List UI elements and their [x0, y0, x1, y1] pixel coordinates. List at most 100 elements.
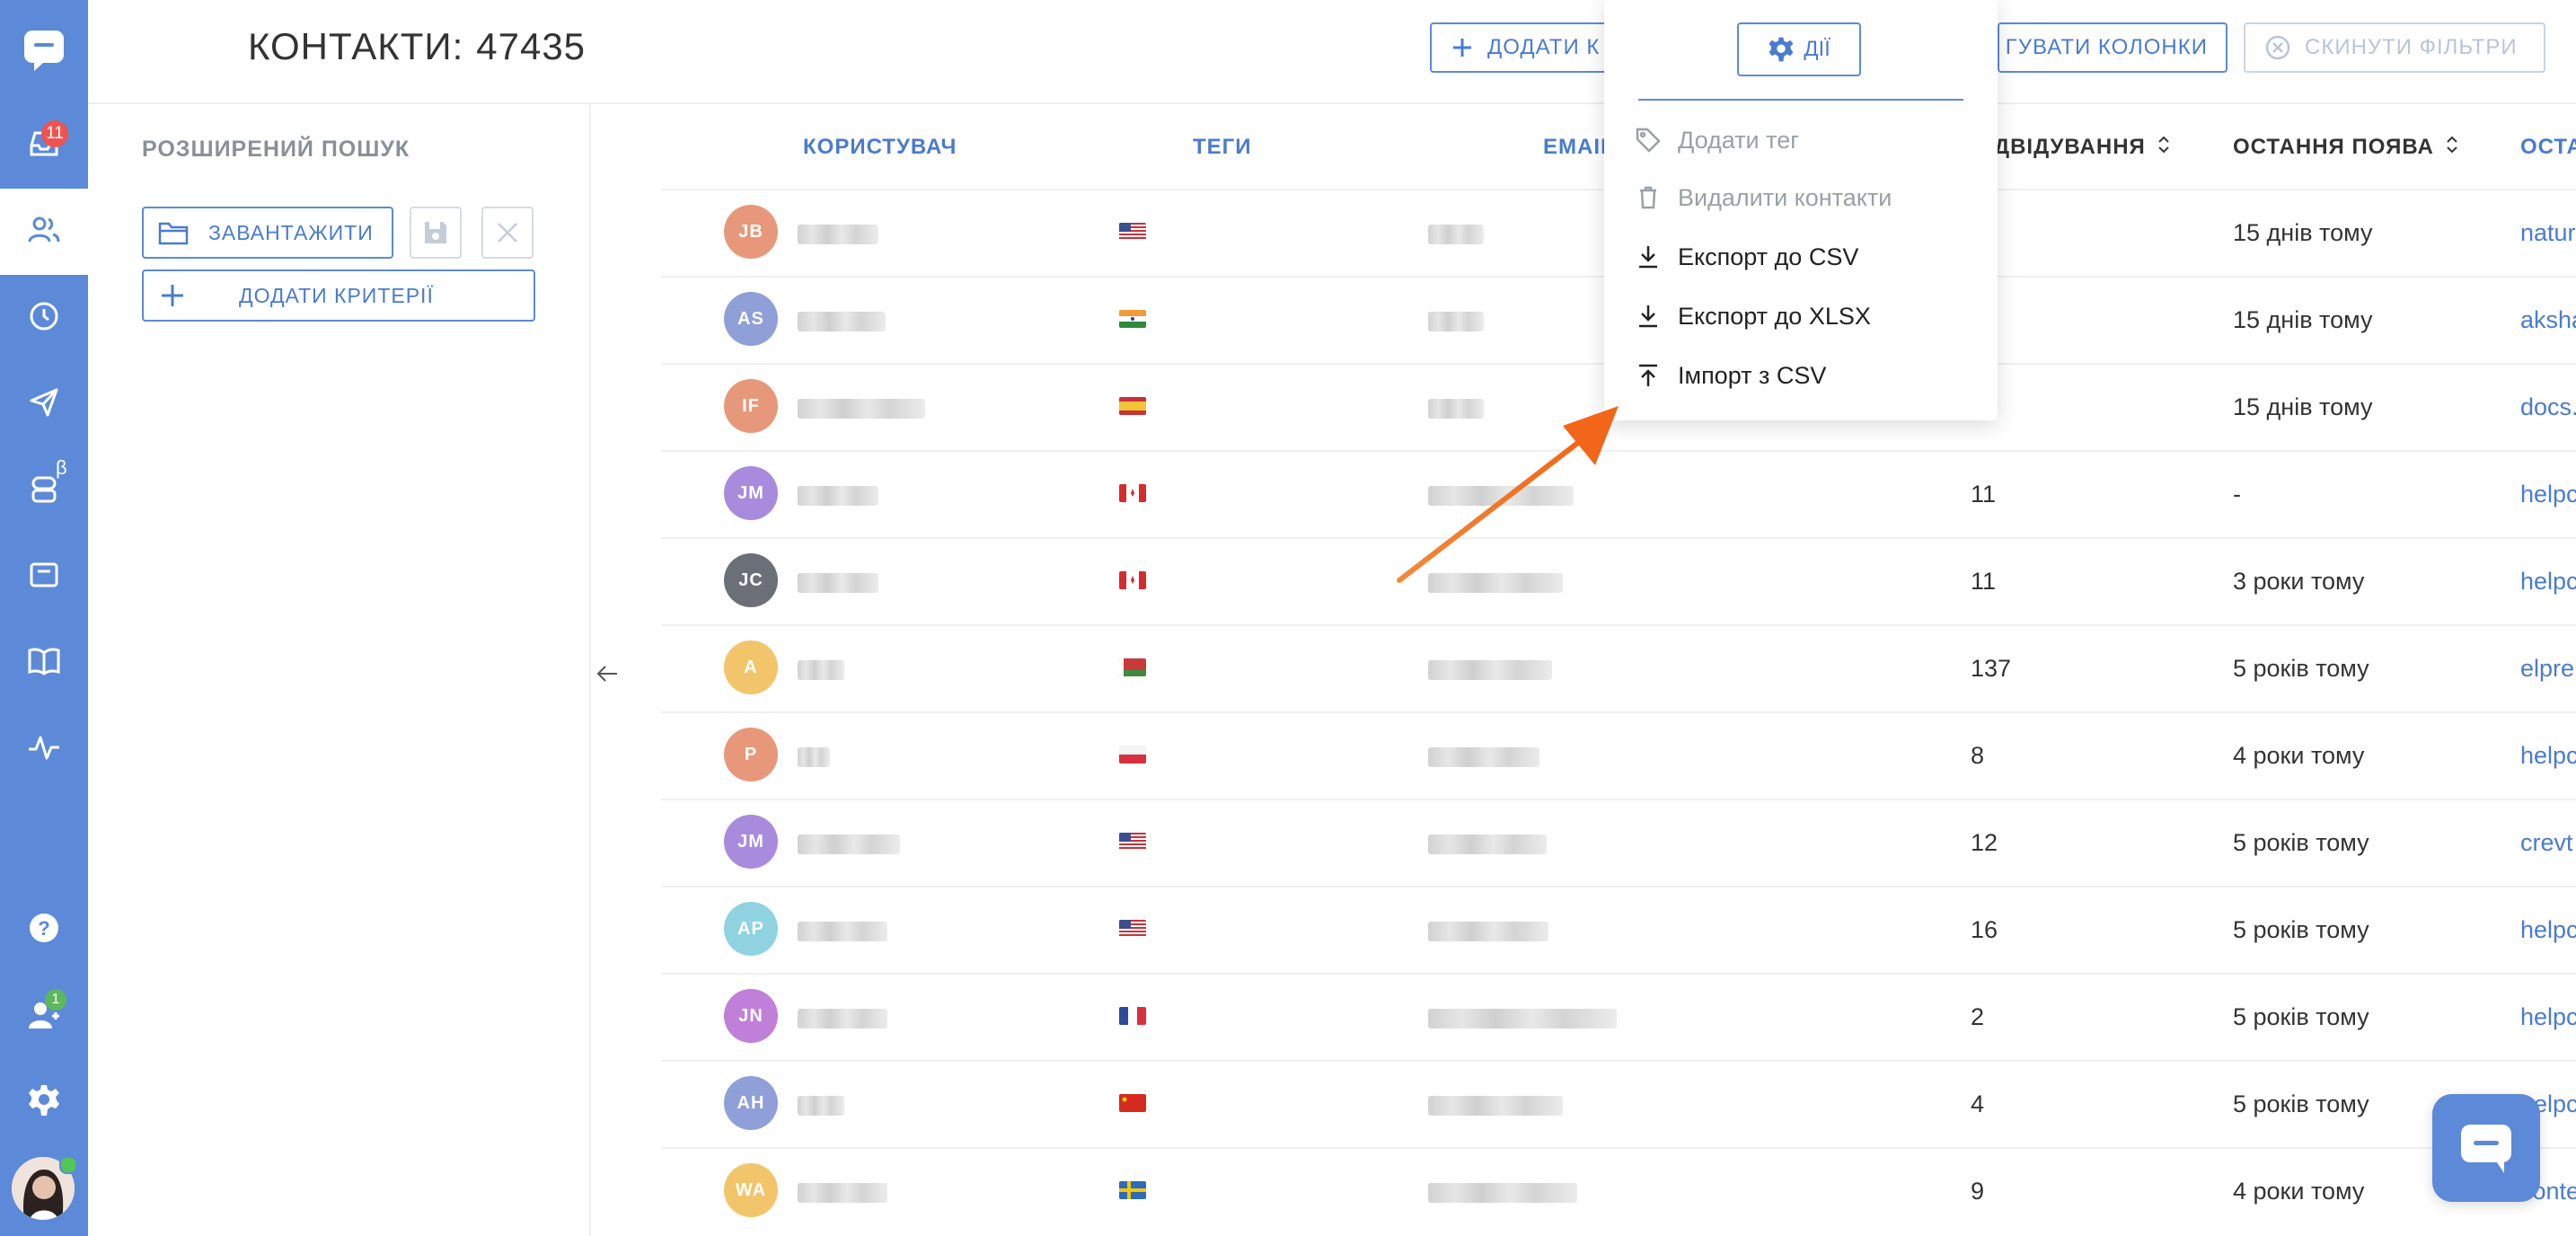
- country-flag-icon: [1119, 1094, 1146, 1112]
- trash-icon: [1635, 184, 1662, 211]
- country-flag-icon: [1119, 571, 1146, 589]
- close-icon: [496, 221, 519, 244]
- contact-email-redacted[interactable]: [1428, 922, 1548, 941]
- last-page-link[interactable]: helpc: [2520, 1003, 2576, 1031]
- last-seen-cell: 4 роки тому: [2233, 1178, 2365, 1205]
- contact-email-redacted[interactable]: [1428, 747, 1539, 767]
- contact-name-redacted[interactable]: [798, 660, 844, 680]
- last-seen-cell: 5 років тому: [2233, 829, 2369, 856]
- visits-cell: 11: [1971, 481, 1997, 508]
- contact-name-redacted[interactable]: [798, 1183, 887, 1203]
- contact-email-redacted[interactable]: [1428, 1183, 1577, 1203]
- nav-analytics[interactable]: [0, 706, 88, 792]
- plus-icon: [1451, 37, 1473, 58]
- last-page-link[interactable]: helpc: [2520, 568, 2576, 596]
- last-seen-cell: -: [2233, 481, 2241, 508]
- menu-item-import-csv[interactable]: Імпорт з CSV: [1635, 358, 1826, 393]
- close-circle-icon: [2265, 35, 2290, 60]
- collapse-panel-button[interactable]: [595, 661, 620, 686]
- visits-cell: 4: [1971, 1090, 1985, 1117]
- column-header-last-seen[interactable]: ОСТАННЯ ПОЯВА: [2233, 135, 2458, 161]
- last-seen-cell: 5 років тому: [2233, 655, 2369, 682]
- contact-name-redacted[interactable]: [798, 747, 830, 767]
- contact-email-redacted[interactable]: [1428, 225, 1484, 244]
- table-row[interactable]: JN 2 5 років тому helpc: [661, 973, 2576, 1061]
- table-row[interactable]: AP 16 5 років тому helpc: [661, 886, 2576, 974]
- last-seen-cell: 3 роки тому: [2233, 568, 2365, 595]
- add-criteria-button[interactable]: ДОДАТИ КРИТЕРІЇ: [142, 269, 535, 322]
- column-header-user[interactable]: КОРИСТУВАЧ: [803, 135, 957, 160]
- table-row[interactable]: JM 12 5 років тому crevt: [661, 799, 2576, 887]
- nav-contacts[interactable]: [0, 189, 88, 275]
- contact-name-redacted[interactable]: [798, 312, 886, 331]
- contact-email-redacted[interactable]: [1428, 834, 1547, 854]
- contact-name-redacted[interactable]: [798, 399, 925, 419]
- visits-cell: 9: [1971, 1178, 1985, 1205]
- contact-email-redacted[interactable]: [1428, 660, 1552, 680]
- nav-team[interactable]: 1: [0, 973, 88, 1059]
- svg-text:?: ?: [38, 917, 49, 940]
- contact-name-redacted[interactable]: [798, 1009, 887, 1029]
- menu-item-label: Імпорт з CSV: [1678, 361, 1827, 389]
- contact-name-redacted[interactable]: [798, 834, 900, 854]
- contact-email-redacted[interactable]: [1428, 1009, 1617, 1029]
- nav-campaigns[interactable]: [0, 361, 88, 447]
- contact-name-redacted[interactable]: [798, 486, 878, 506]
- contact-name-redacted[interactable]: [798, 1096, 844, 1116]
- last-page-link[interactable]: elpre: [2520, 655, 2574, 683]
- load-filters-button[interactable]: ЗАВАНТАЖИТИ: [142, 207, 393, 259]
- nav-widget[interactable]: [0, 534, 88, 620]
- country-flag-icon: [1119, 1181, 1146, 1199]
- actions-button[interactable]: ДІЇ: [1737, 22, 1861, 76]
- menu-item-export-csv[interactable]: Експорт до CSV: [1635, 239, 1858, 275]
- configure-columns-button[interactable]: ГУВАТИ КОЛОНКИ: [1998, 22, 2228, 73]
- menu-item-label: Експорт до XLSX: [1678, 302, 1871, 330]
- contact-avatar: JM: [724, 815, 778, 869]
- reset-filters-button[interactable]: СКИНУТИ ФІЛЬТРИ: [2244, 22, 2545, 73]
- last-page-link[interactable]: aksha: [2520, 306, 2576, 334]
- contact-email-redacted[interactable]: [1428, 312, 1484, 331]
- table-row[interactable]: AH 4 5 років тому helpc: [661, 1060, 2576, 1148]
- nav-help[interactable]: ?: [0, 887, 88, 973]
- table-row[interactable]: WA 9 4 роки тому conte: [661, 1147, 2576, 1235]
- contact-initials: A: [744, 657, 758, 677]
- contact-avatar: JC: [724, 553, 778, 607]
- nav-knowledge-base[interactable]: [0, 620, 88, 706]
- column-header-tags[interactable]: ТЕГИ: [1193, 135, 1252, 160]
- contact-email-redacted[interactable]: [1428, 1096, 1563, 1116]
- last-page-link[interactable]: natur: [2520, 219, 2576, 247]
- contact-avatar: JB: [724, 205, 778, 259]
- nav-chatbots[interactable]: β: [0, 447, 88, 534]
- contacts-count: 47435: [476, 25, 587, 67]
- menu-item-label: Видалити контакти: [1678, 183, 1892, 211]
- last-page-link[interactable]: helpc: [2520, 481, 2576, 508]
- menu-item-export-xlsx[interactable]: Експорт до XLSX: [1635, 298, 1871, 334]
- table-row[interactable]: P 8 4 роки тому helpc: [661, 711, 2576, 799]
- save-filter-button[interactable]: [410, 207, 462, 259]
- last-page-link[interactable]: crevt: [2520, 829, 2573, 857]
- column-header-last-page[interactable]: ОСТА: [2520, 135, 2576, 160]
- last-page-link[interactable]: helpc: [2520, 916, 2576, 944]
- open-chat-button[interactable]: [2432, 1094, 2540, 1202]
- clock-icon: [28, 300, 60, 337]
- add-contact-label: ДОДАТИ К: [1487, 35, 1601, 59]
- contact-avatar: JN: [724, 989, 778, 1043]
- contact-initials: AS: [737, 308, 764, 329]
- table-row[interactable]: A 137 5 років тому elpre: [661, 624, 2576, 712]
- sort-icon: [2446, 135, 2458, 161]
- visits-cell: 2: [1971, 1003, 1985, 1030]
- last-page-link[interactable]: helpc: [2520, 742, 2576, 770]
- nav-inbox[interactable]: 11: [0, 102, 88, 189]
- contact-name-redacted[interactable]: [798, 225, 878, 244]
- contact-name-redacted[interactable]: [798, 573, 878, 593]
- last-page-link[interactable]: docs.: [2520, 393, 2576, 421]
- menu-item-delete-contacts[interactable]: Видалити контакти: [1635, 180, 1892, 216]
- clear-filter-button[interactable]: [481, 207, 534, 259]
- menu-item-add-tag[interactable]: Додати тег: [1635, 122, 1799, 158]
- app-logo-chat-icon[interactable]: [19, 25, 69, 75]
- nav-history[interactable]: [0, 275, 88, 361]
- column-header-visits[interactable]: ВІДВІДУВАННЯ: [1971, 135, 2170, 161]
- contacts-icon: [26, 212, 62, 252]
- contact-name-redacted[interactable]: [798, 922, 887, 941]
- nav-settings[interactable]: [0, 1059, 88, 1145]
